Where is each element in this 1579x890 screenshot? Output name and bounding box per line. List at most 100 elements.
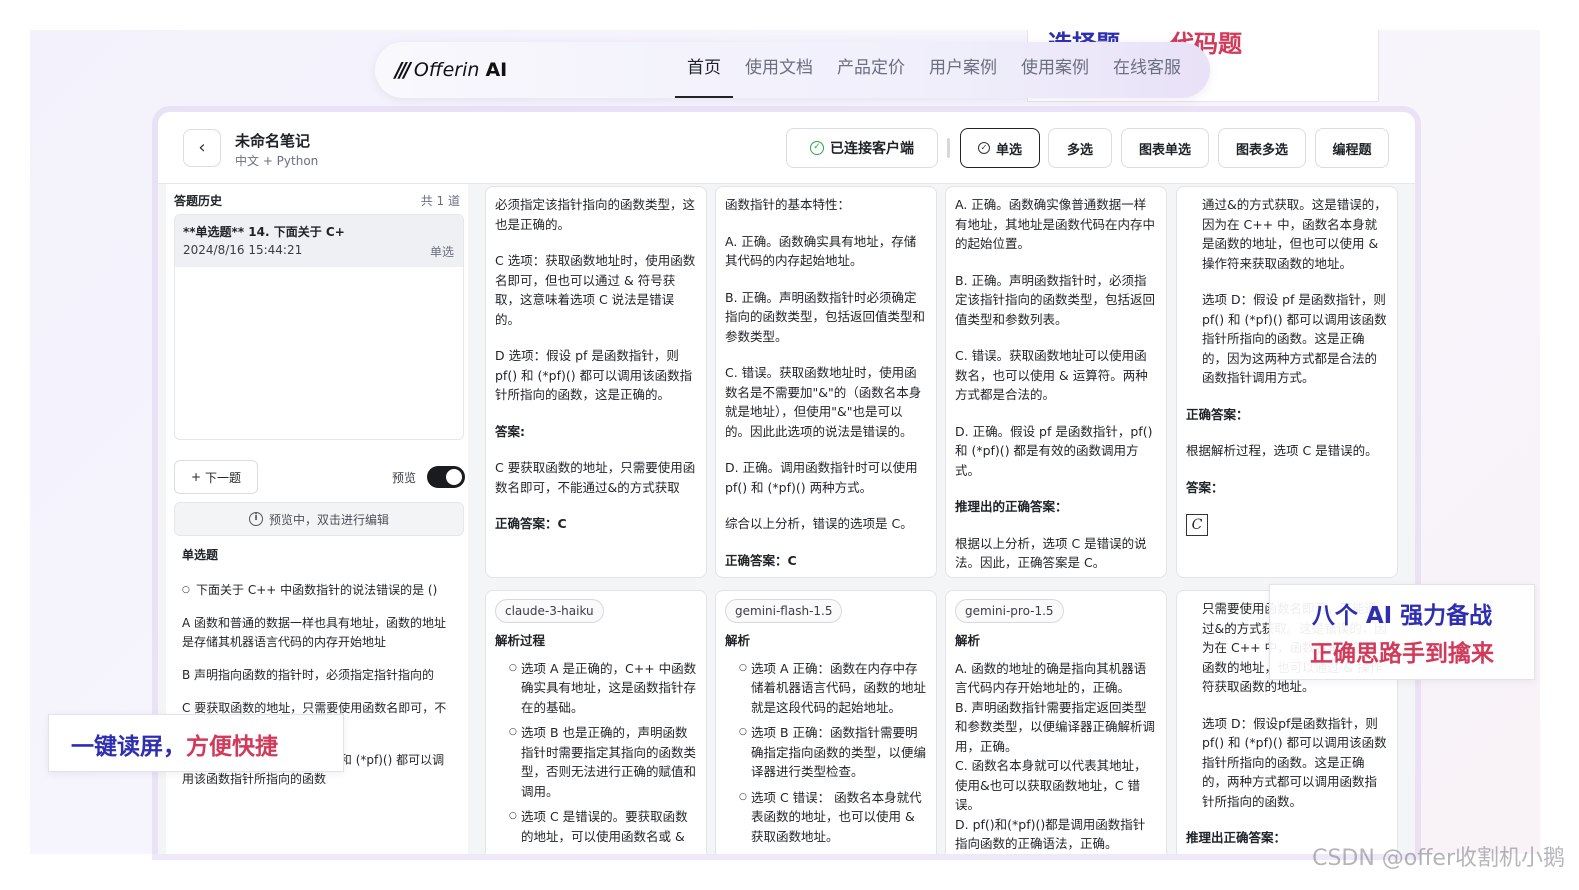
preview-info-bar: i 预览中，双击进行编辑 [174, 502, 464, 536]
app-header: ‹ 未命名笔记 中文 + Python ✓ 已连接客户端 ✓ 单选 多选 图表单… [158, 112, 1415, 184]
option-a: A 函数和普通的数据一样也具有地址，函数的地址是存储其机器语言代码的内存开始地址 [182, 616, 447, 649]
card-text: 必须指定该指针指向的函数类型，这也是正确的。 [495, 197, 696, 232]
card-text: 综合以上分析，错误的选项是 C。 [725, 516, 913, 531]
logo-word: Offerin [413, 59, 480, 81]
answer-card-4: 通过&的方式获取。这是错误的，因为在 C++ 中，函数名本身就是函数的地址，但也… [1176, 186, 1398, 578]
history-item-date: 2024/8/16 15:44:21 [183, 243, 303, 257]
preview-toggle[interactable] [427, 466, 465, 488]
card-text: B. 正确。声明函数指针时，必须指定该指针指向的函数类型，包括返回值类型和参数列… [955, 272, 1156, 327]
model-tag: claude-3-haiku [495, 599, 604, 623]
card-heading: 解析 [725, 633, 751, 648]
mode-chart-single-button[interactable]: 图表单选 [1121, 128, 1209, 168]
nav-links: 首页 使用文档 产品定价 用户案例 使用案例 在线客服 [675, 56, 1193, 98]
card-text: 选项 D：假设pf是函数指针，则pf() 和 (*pf)() 都可以调用该函数指… [1202, 715, 1387, 809]
preview-label: 预览 [392, 471, 417, 485]
card-text: 根据解析过程，选项 C 是错误的。 [1186, 443, 1378, 458]
note-title: 未命名笔记 [235, 132, 311, 150]
question-preview[interactable]: 单选题 下面关于 C++ 中函数指针的说法错误的是 () A 函数和普通的数据一… [174, 536, 464, 854]
card-text: B. 声明函数指针需要指定返回类型和参数类型，以便编译器正确解析调用，正确。 [955, 699, 1156, 754]
card-list: 选项 A 正确：函数在内存中存储着机器语言代码，函数的地址就是这段代码的起始地址… [725, 659, 927, 847]
mode-single-button[interactable]: ✓ 单选 [960, 128, 1040, 168]
check-circle-icon: ✓ [977, 142, 990, 154]
card-text: C 要获取函数的地址，只需要使用函数名即可，不能通过&的方式获取 [495, 460, 696, 495]
chevron-left-icon: ‹ [198, 137, 206, 158]
question-type: 单选题 [182, 548, 219, 562]
list-item: 选项 C 错误： 函数名本身就代表函数的地址，也可以使用 & 获取函数地址。 [739, 788, 927, 847]
card-text: D. 正确。调用函数指针时可以使用 pf() 和 (*pf)() 两种方式。 [725, 460, 918, 495]
mode-chart-multi-button[interactable]: 图表多选 [1218, 128, 1306, 168]
nav-link-support[interactable]: 在线客服 [1101, 56, 1193, 98]
card-text: D. 正确。假设 pf 是函数指针，pf() 和 (*pf)() 都是有效的函数… [955, 423, 1153, 478]
top-nav: /// Offerin AI 首页 使用文档 产品定价 用户案例 使用案例 在线… [375, 42, 1210, 98]
plus-icon: + [190, 470, 202, 484]
answer-card-6: gemini-flash-1.5 解析 选项 A 正确：函数在内存中存储着机器语… [715, 590, 937, 854]
answer-card-7: gemini-pro-1.5 解析 A. 函数的地址的确是指向其机器语言代码内存… [945, 590, 1167, 854]
card-text: D. pf()和(*pf)()都是调用函数指针指向函数的正确语法，正确。 [955, 816, 1146, 852]
answer-card-3: A. 正确。函数确实像普通数据一样有地址，其地址是函数代码在内存中的起始位置。 … [945, 186, 1167, 578]
card-text: A. 函数的地址的确是指向其机器语言代码内存开始地址的，正确。 [955, 660, 1147, 696]
history-count: 共 1 道 [420, 194, 460, 208]
list-item: 选项 A 是正确的，C++ 中函数确实具有地址，这是函数指针存在的基础。 [509, 659, 697, 718]
callout-left-a: 一键读屏， [71, 734, 186, 760]
back-button[interactable]: ‹ [183, 129, 221, 167]
card-text: 答案: [495, 423, 525, 439]
connected-client-button[interactable]: ✓ 已连接客户端 [786, 128, 938, 168]
logo-icon: /// [395, 58, 411, 82]
history-item[interactable]: **单选题** 14. 下面关于 C+ 2024/8/16 15:44:21 单… [175, 215, 463, 267]
card-text: 推理出的正确答案： [955, 499, 1068, 514]
mode-coding-button[interactable]: 编程题 [1315, 128, 1389, 168]
nav-link-pricing[interactable]: 产品定价 [825, 56, 917, 98]
answer-box: C [1186, 514, 1208, 536]
list-item: 选项 B 也是正确的，声明函数指针时需要指定其指向的函数类型，否则无法进行正确的… [509, 723, 697, 801]
logo[interactable]: /// Offerin AI [395, 58, 507, 82]
card-text: 函数指针的基本特性： [725, 197, 851, 212]
card-list: 选项 A 是正确的，C++ 中函数确实具有地址，这是函数指针存在的基础。 选项 … [495, 659, 697, 847]
card-text: 正确答案： [1186, 406, 1249, 422]
nav-link-home[interactable]: 首页 [675, 56, 733, 98]
card-text: C. 错误。获取函数地址可以使用函数名，也可以使用 & 运算符。两种方式都是合法… [955, 348, 1148, 402]
card-text: C 选项：获取函数地址时，使用函数名即可，但也可以通过 & 符号获取，这意味着选… [495, 253, 696, 327]
card-text: 选项 D：假设 pf 是函数指针，则 pf() 和 (*pf)() 都可以调用该… [1202, 292, 1387, 385]
app-window: ‹ 未命名笔记 中文 + Python ✓ 已连接客户端 ✓ 单选 多选 图表单… [158, 112, 1415, 854]
mode-multi-button[interactable]: 多选 [1048, 128, 1112, 168]
card-text: A. 正确。函数确实像普通数据一样有地址，其地址是函数代码在内存中的起始位置。 [955, 197, 1156, 251]
info-icon: i [248, 512, 263, 526]
card-text: D 选项：假设 pf 是函数指针，则 pf() 和 (*pf)() 都可以调用该… [495, 348, 693, 402]
answer-card-1: 必须指定该指针指向的函数类型，这也是正确的。 C 选项：获取函数地址时，使用函数… [485, 186, 707, 578]
card-text: 通过&的方式获取。这是错误的，因为在 C++ 中，函数名本身就是函数的地址，但也… [1202, 197, 1387, 271]
nav-link-docs[interactable]: 使用文档 [733, 56, 825, 98]
model-tag: gemini-pro-1.5 [955, 599, 1064, 623]
history-list: **单选题** 14. 下面关于 C+ 2024/8/16 15:44:21 单… [174, 214, 464, 440]
nav-link-usage-cases[interactable]: 使用案例 [1009, 56, 1101, 98]
check-circle-icon: ✓ [810, 141, 824, 155]
card-text: C. 函数名本身就可以代表其地址，使用&也可以获取函数地址，C 错误。 [955, 758, 1147, 812]
answer-card-5: claude-3-haiku 解析过程 选项 A 是正确的，C++ 中函数确实具… [485, 590, 707, 854]
drag-divider[interactable] [947, 138, 950, 158]
callout-left-b: 方便快捷 [186, 734, 278, 760]
connected-label: 已连接客户端 [830, 141, 914, 157]
list-item: 选项 C 是错误的。要获取函数的地址，可以使用函数名或 & [509, 807, 697, 846]
logo-ai: AI [485, 59, 508, 81]
card-answer: 正确答案：C [725, 552, 797, 568]
card-text: 答案： [1186, 479, 1224, 495]
callout-eight-ai: 八个 AI 强力备战 正确思路手到擒来 [1269, 584, 1535, 680]
next-question-button[interactable]: + 下一题 [174, 460, 258, 494]
mode-single-label: 单选 [995, 142, 1022, 158]
callout-right-line2: 正确思路手到擒来 [1310, 641, 1494, 667]
card-heading: 解析 [955, 633, 981, 648]
nav-link-user-cases[interactable]: 用户案例 [917, 56, 1009, 98]
list-item: 选项 A 正确：函数在内存中存储着机器语言代码，函数的地址就是这段代码的起始地址… [739, 659, 927, 718]
card-answer: 正确答案：C [495, 516, 567, 531]
card-text: A. 正确。函数确实具有地址，存储其代码的内存起始地址。 [725, 233, 917, 269]
history-title: 答题历史 [174, 194, 223, 208]
question-text: 下面关于 C++ 中函数指针的说法错误的是 () [182, 581, 456, 600]
answer-card-2: 函数指针的基本特性： A. 正确。函数确实具有地址，存储其代码的内存起始地址。 … [715, 186, 937, 578]
callout-right-line1: 八个 AI 强力备战 [1311, 603, 1493, 629]
next-question-label: 下一题 [205, 470, 242, 485]
card-text: B. 正确。声明函数指针时必须确定指向的函数类型，包括返回值类型和参数类型。 [725, 289, 926, 344]
watermark: CSDN @offer收割机小鹅 [1312, 846, 1565, 871]
list-item: 选项 B 正确：函数指针需要明确指定指向函数的类型，以便编译器进行类型检查。 [739, 723, 927, 782]
card-heading: 解析过程 [495, 633, 546, 648]
note-subtitle: 中文 + Python [235, 154, 319, 168]
model-tag: gemini-flash-1.5 [725, 599, 843, 623]
